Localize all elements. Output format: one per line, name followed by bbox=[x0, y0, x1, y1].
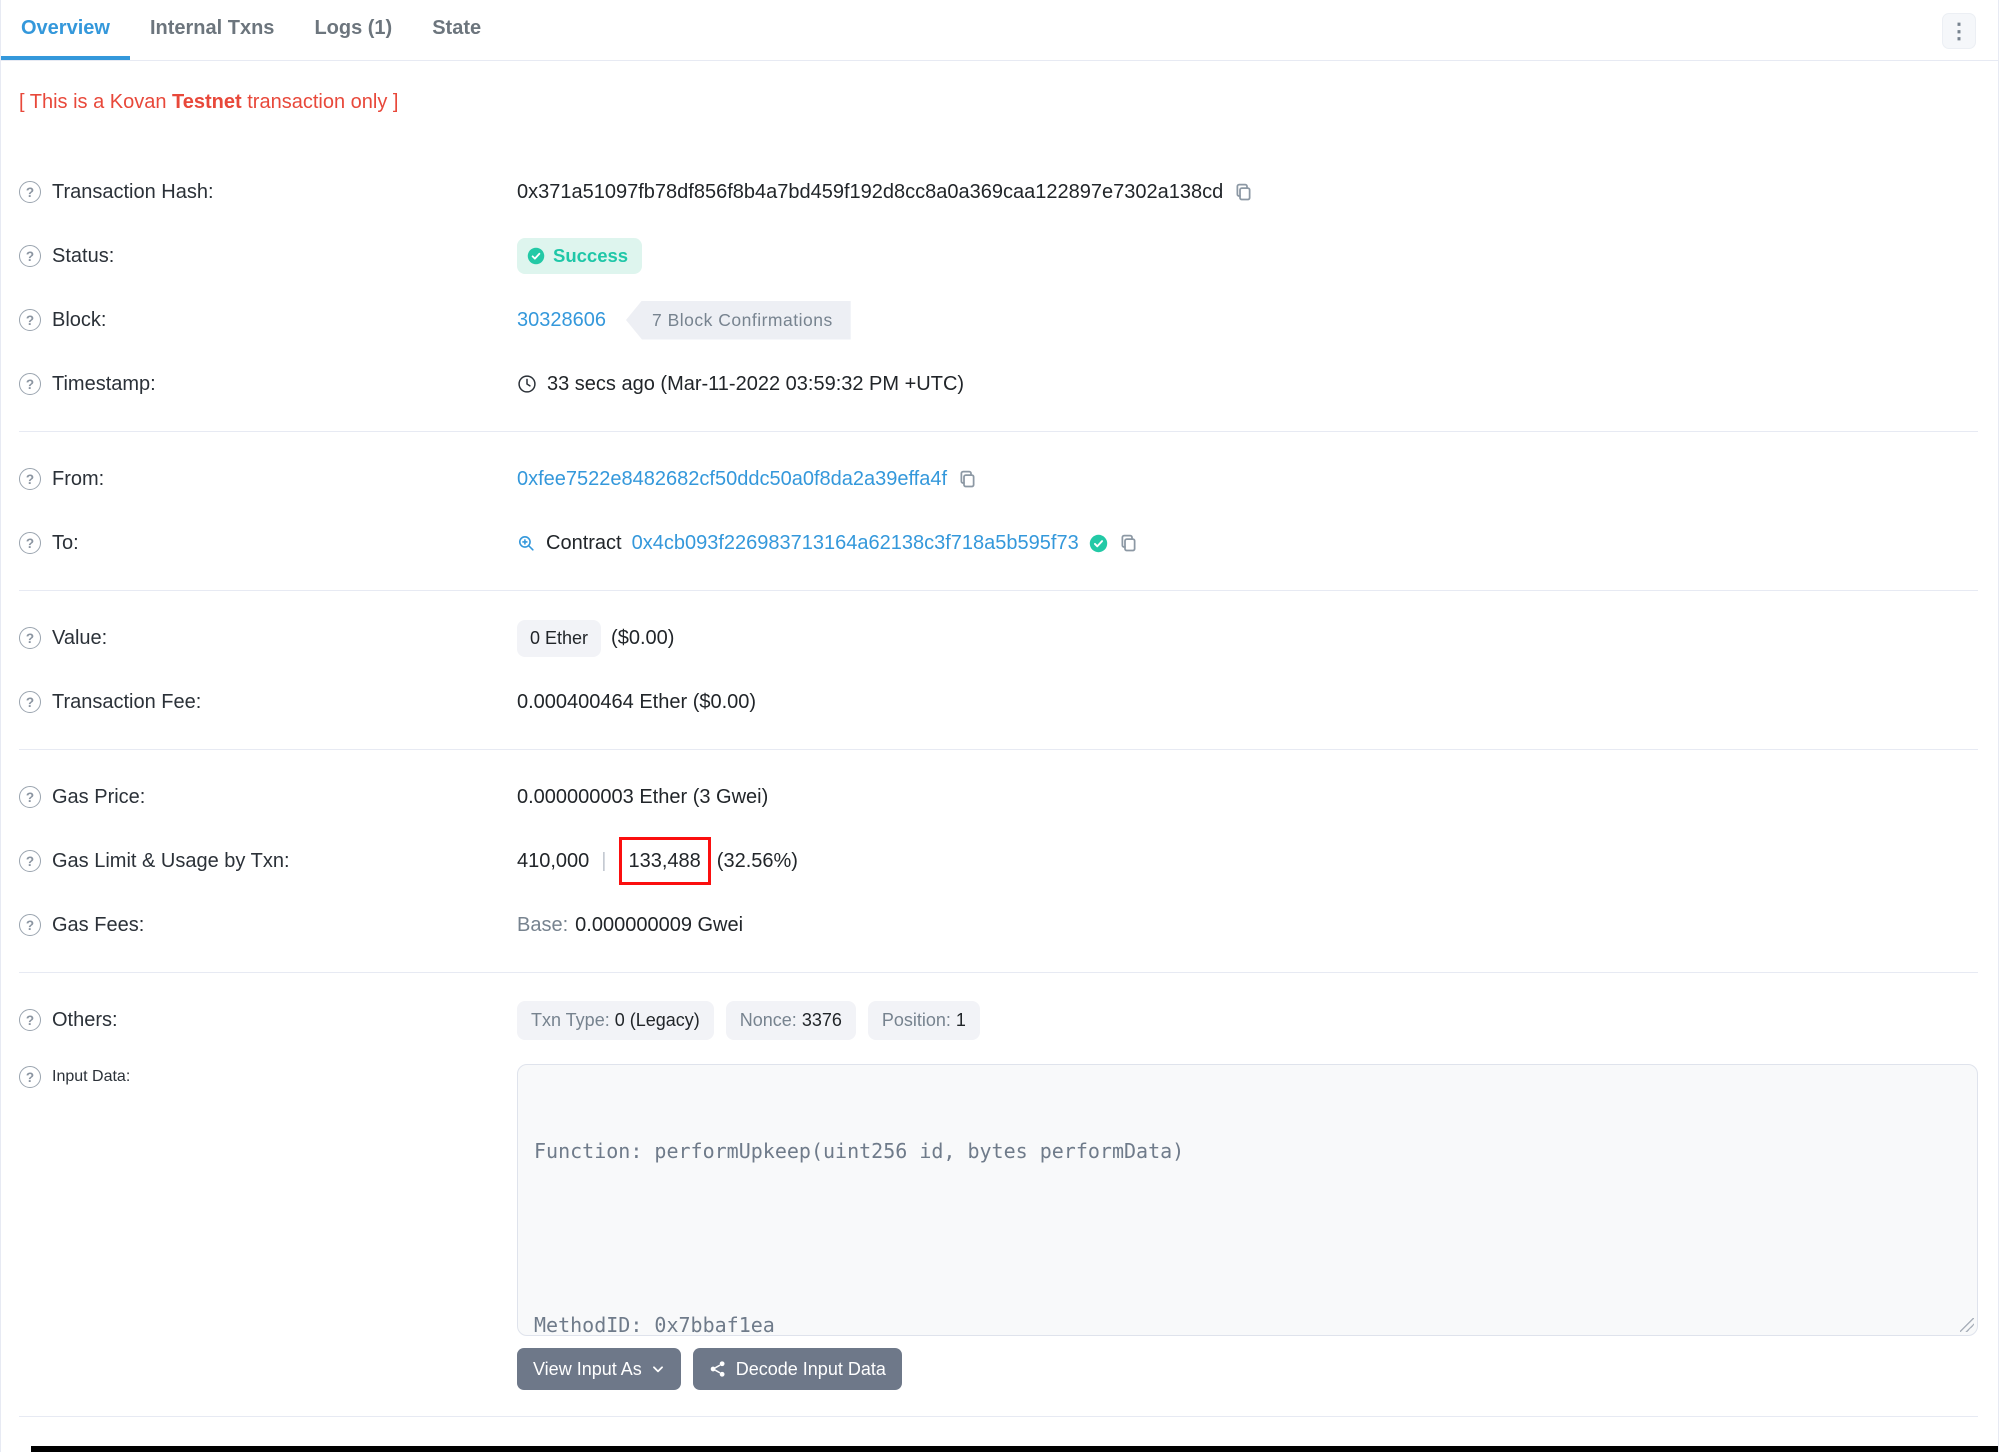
decode-icon bbox=[710, 1361, 725, 1377]
gas-limit-label: Gas Limit & Usage by Txn: bbox=[52, 849, 290, 872]
gas-price-value: 0.000000003 Ether (3 Gwei) bbox=[517, 785, 769, 808]
block-number-link[interactable]: 30328606 bbox=[517, 309, 606, 332]
section-divider bbox=[19, 749, 1978, 750]
from-address-link[interactable]: 0xfee7522e8482682cf50ddc50a0f8da2a39effa… bbox=[517, 468, 947, 491]
tab-bar: Overview Internal Txns Logs (1) State ⋮ bbox=[1, 0, 1998, 61]
gas-price-row: ? Gas Price: 0.000000003 Ether (3 Gwei) bbox=[19, 765, 1978, 829]
section-divider bbox=[19, 590, 1978, 591]
gas-fees-row: ? Gas Fees: Base: 0.000000009 Gwei bbox=[19, 893, 1978, 957]
copy-to-address-button[interactable] bbox=[1118, 533, 1139, 554]
window-bottom-edge bbox=[31, 1446, 1998, 1452]
input-data-label: Input Data: bbox=[52, 1068, 131, 1085]
transaction-fee-value: 0.000400464 Ether ($0.00) bbox=[517, 690, 757, 713]
help-icon: ? bbox=[19, 786, 41, 808]
gas-used-value: 133,488 bbox=[628, 850, 701, 872]
timestamp-value: 33 secs ago (Mar-11-2022 03:59:32 PM +UT… bbox=[547, 372, 965, 395]
input-blank-line bbox=[534, 1224, 1961, 1253]
from-row: ? From: 0xfee7522e8482682cf50ddc50a0f8da… bbox=[19, 447, 1978, 511]
verified-check-icon bbox=[1089, 534, 1107, 552]
input-data-textarea[interactable]: Function: performUpkeep(uint256 id, byte… bbox=[517, 1064, 1978, 1336]
help-icon: ? bbox=[19, 691, 41, 713]
base-fee-value: 0.000000009 Gwei bbox=[575, 913, 744, 936]
copy-icon bbox=[960, 470, 975, 487]
tab-state[interactable]: State bbox=[412, 0, 501, 60]
status-badge: Success bbox=[517, 238, 643, 274]
resize-handle-icon[interactable] bbox=[1960, 1318, 1974, 1332]
to-label: To: bbox=[52, 531, 79, 554]
help-icon: ? bbox=[19, 373, 41, 395]
input-function-line: Function: performUpkeep(uint256 id, byte… bbox=[534, 1139, 1185, 1163]
input-data-row: ? Input Data: Function: performUpkeep(ui… bbox=[19, 1052, 1978, 1390]
tab-internal-txns[interactable]: Internal Txns bbox=[130, 0, 294, 60]
copy-icon bbox=[1236, 183, 1251, 200]
check-circle-icon bbox=[527, 247, 545, 265]
copy-hash-button[interactable] bbox=[1233, 182, 1254, 203]
gas-limit-value: 410,000 bbox=[517, 849, 590, 872]
from-label: From: bbox=[52, 467, 105, 490]
help-icon: ? bbox=[19, 532, 41, 554]
help-icon: ? bbox=[19, 181, 41, 203]
value-label: Value: bbox=[52, 626, 108, 649]
gas-used-percent: (32.56%) bbox=[716, 849, 798, 872]
clock-icon bbox=[518, 375, 536, 393]
status-row: ? Status: Success bbox=[19, 224, 1978, 288]
timestamp-label: Timestamp: bbox=[52, 372, 156, 395]
help-icon: ? bbox=[19, 468, 41, 490]
more-options-button[interactable]: ⋮ bbox=[1942, 13, 1976, 49]
gas-limit-separator: | bbox=[601, 849, 607, 872]
section-divider bbox=[19, 431, 1978, 432]
value-row: ? Value: 0 Ether ($0.00) bbox=[19, 606, 1978, 670]
gas-price-label: Gas Price: bbox=[52, 785, 146, 808]
transaction-details-page: Overview Internal Txns Logs (1) State ⋮ … bbox=[0, 0, 1999, 1452]
testnet-warning: [ This is a Kovan Testnet transaction on… bbox=[19, 91, 399, 113]
help-icon: ? bbox=[19, 914, 41, 936]
help-icon: ? bbox=[19, 1009, 41, 1031]
help-icon: ? bbox=[19, 850, 41, 872]
inspect-contract-button[interactable] bbox=[517, 534, 536, 553]
block-label: Block: bbox=[52, 308, 107, 331]
tabs: Overview Internal Txns Logs (1) State bbox=[1, 0, 501, 60]
decode-input-data-button[interactable]: Decode Input Data bbox=[692, 1348, 902, 1390]
contract-prefix: Contract bbox=[546, 531, 622, 554]
tab-overview[interactable]: Overview bbox=[1, 0, 130, 60]
transaction-hash-value: 0x371a51097fb78df856f8b4a7bd459f192d8cc8… bbox=[517, 180, 1224, 203]
gas-fees-label: Gas Fees: bbox=[52, 913, 145, 936]
kebab-icon: ⋮ bbox=[1948, 19, 1970, 43]
section-divider bbox=[19, 972, 1978, 973]
nonce-badge: Nonce: 3376 bbox=[725, 1000, 856, 1040]
help-icon: ? bbox=[19, 309, 41, 331]
help-icon: ? bbox=[19, 245, 41, 267]
position-badge: Position: 1 bbox=[867, 1000, 980, 1040]
to-address-link[interactable]: 0x4cb093f226983713164a62138c3f718a5b595f… bbox=[632, 532, 1079, 555]
txn-type-badge: Txn Type: 0 (Legacy) bbox=[517, 1000, 714, 1040]
overview-panel: [ This is a Kovan Testnet transaction on… bbox=[1, 91, 1998, 1417]
block-row: ? Block: 30328606 7 Block Confirmations bbox=[19, 288, 1978, 352]
view-input-as-button[interactable]: View Input As bbox=[517, 1348, 681, 1390]
value-usd: ($0.00) bbox=[611, 626, 675, 649]
value-badge: 0 Ether bbox=[517, 619, 602, 657]
base-fee-label: Base: bbox=[517, 913, 569, 936]
copy-from-address-button[interactable] bbox=[957, 469, 978, 490]
input-methodid-line: MethodID: 0x7bbaf1ea bbox=[534, 1313, 775, 1336]
transaction-hash-row: ? Transaction Hash: 0x371a51097fb78df856… bbox=[19, 160, 1978, 224]
transaction-hash-label: Transaction Hash: bbox=[52, 180, 214, 203]
help-icon: ? bbox=[19, 1066, 41, 1088]
block-confirmations-badge: 7 Block Confirmations bbox=[625, 300, 851, 340]
section-divider bbox=[19, 1416, 1978, 1417]
tab-logs[interactable]: Logs (1) bbox=[294, 0, 412, 60]
timestamp-row: ? Timestamp: 33 secs ago (Mar-11-2022 03… bbox=[19, 352, 1978, 416]
to-row: ? To: Contract 0x4cb093f226983713164a621… bbox=[19, 511, 1978, 575]
transaction-fee-row: ? Transaction Fee: 0.000400464 Ether ($0… bbox=[19, 670, 1978, 734]
copy-icon bbox=[1121, 534, 1136, 551]
gas-used-highlight-box: 133,488 bbox=[618, 837, 711, 885]
status-label: Status: bbox=[52, 244, 115, 267]
help-icon: ? bbox=[19, 627, 41, 649]
magnifier-plus-icon bbox=[518, 535, 534, 551]
gas-limit-row: ? Gas Limit & Usage by Txn: 410,000 | 13… bbox=[19, 829, 1978, 893]
chevron-down-icon bbox=[652, 1366, 663, 1373]
others-label: Others: bbox=[52, 1008, 118, 1031]
others-row: ? Others: Txn Type: 0 (Legacy) Nonce: 33… bbox=[19, 988, 1978, 1052]
transaction-fee-label: Transaction Fee: bbox=[52, 690, 202, 713]
